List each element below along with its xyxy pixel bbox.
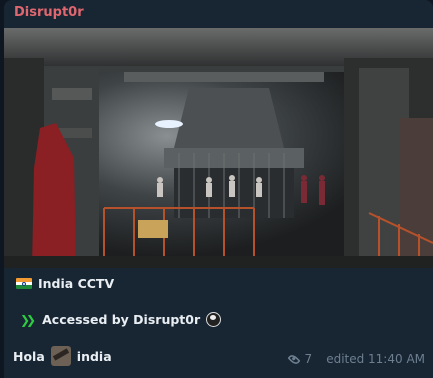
caption-title: India CCTV: [38, 276, 115, 291]
message-meta: 7 edited 11:40 AM: [287, 352, 425, 366]
message-status: edited 11:40 AM: [326, 352, 425, 366]
accessed-text: Accessed by Disrupt0r: [42, 312, 201, 327]
sender-name[interactable]: Disrupt0r: [14, 5, 84, 20]
india-flag-icon: [16, 278, 32, 289]
photo-image: [4, 28, 433, 268]
caption-line-greeting: Hola india: [13, 346, 112, 366]
view-count: 7: [304, 352, 313, 366]
sticker-icon: [50, 346, 71, 366]
caption-line-india-cctv: India CCTV: [16, 276, 114, 291]
double-chevron-icon: ❯❯: [20, 312, 36, 327]
globe-icon: [206, 312, 222, 327]
eye-icon: [287, 352, 301, 366]
greeting-prefix: Hola: [13, 348, 45, 364]
message-bubble[interactable]: Disrupt0r India CCTV ❯❯ Accessed by Disr…: [4, 0, 433, 378]
cctv-photo[interactable]: [4, 28, 433, 268]
greeting-suffix: india: [76, 348, 112, 364]
caption-line-accessed: ❯❯ Accessed by Disrupt0r: [20, 312, 222, 327]
